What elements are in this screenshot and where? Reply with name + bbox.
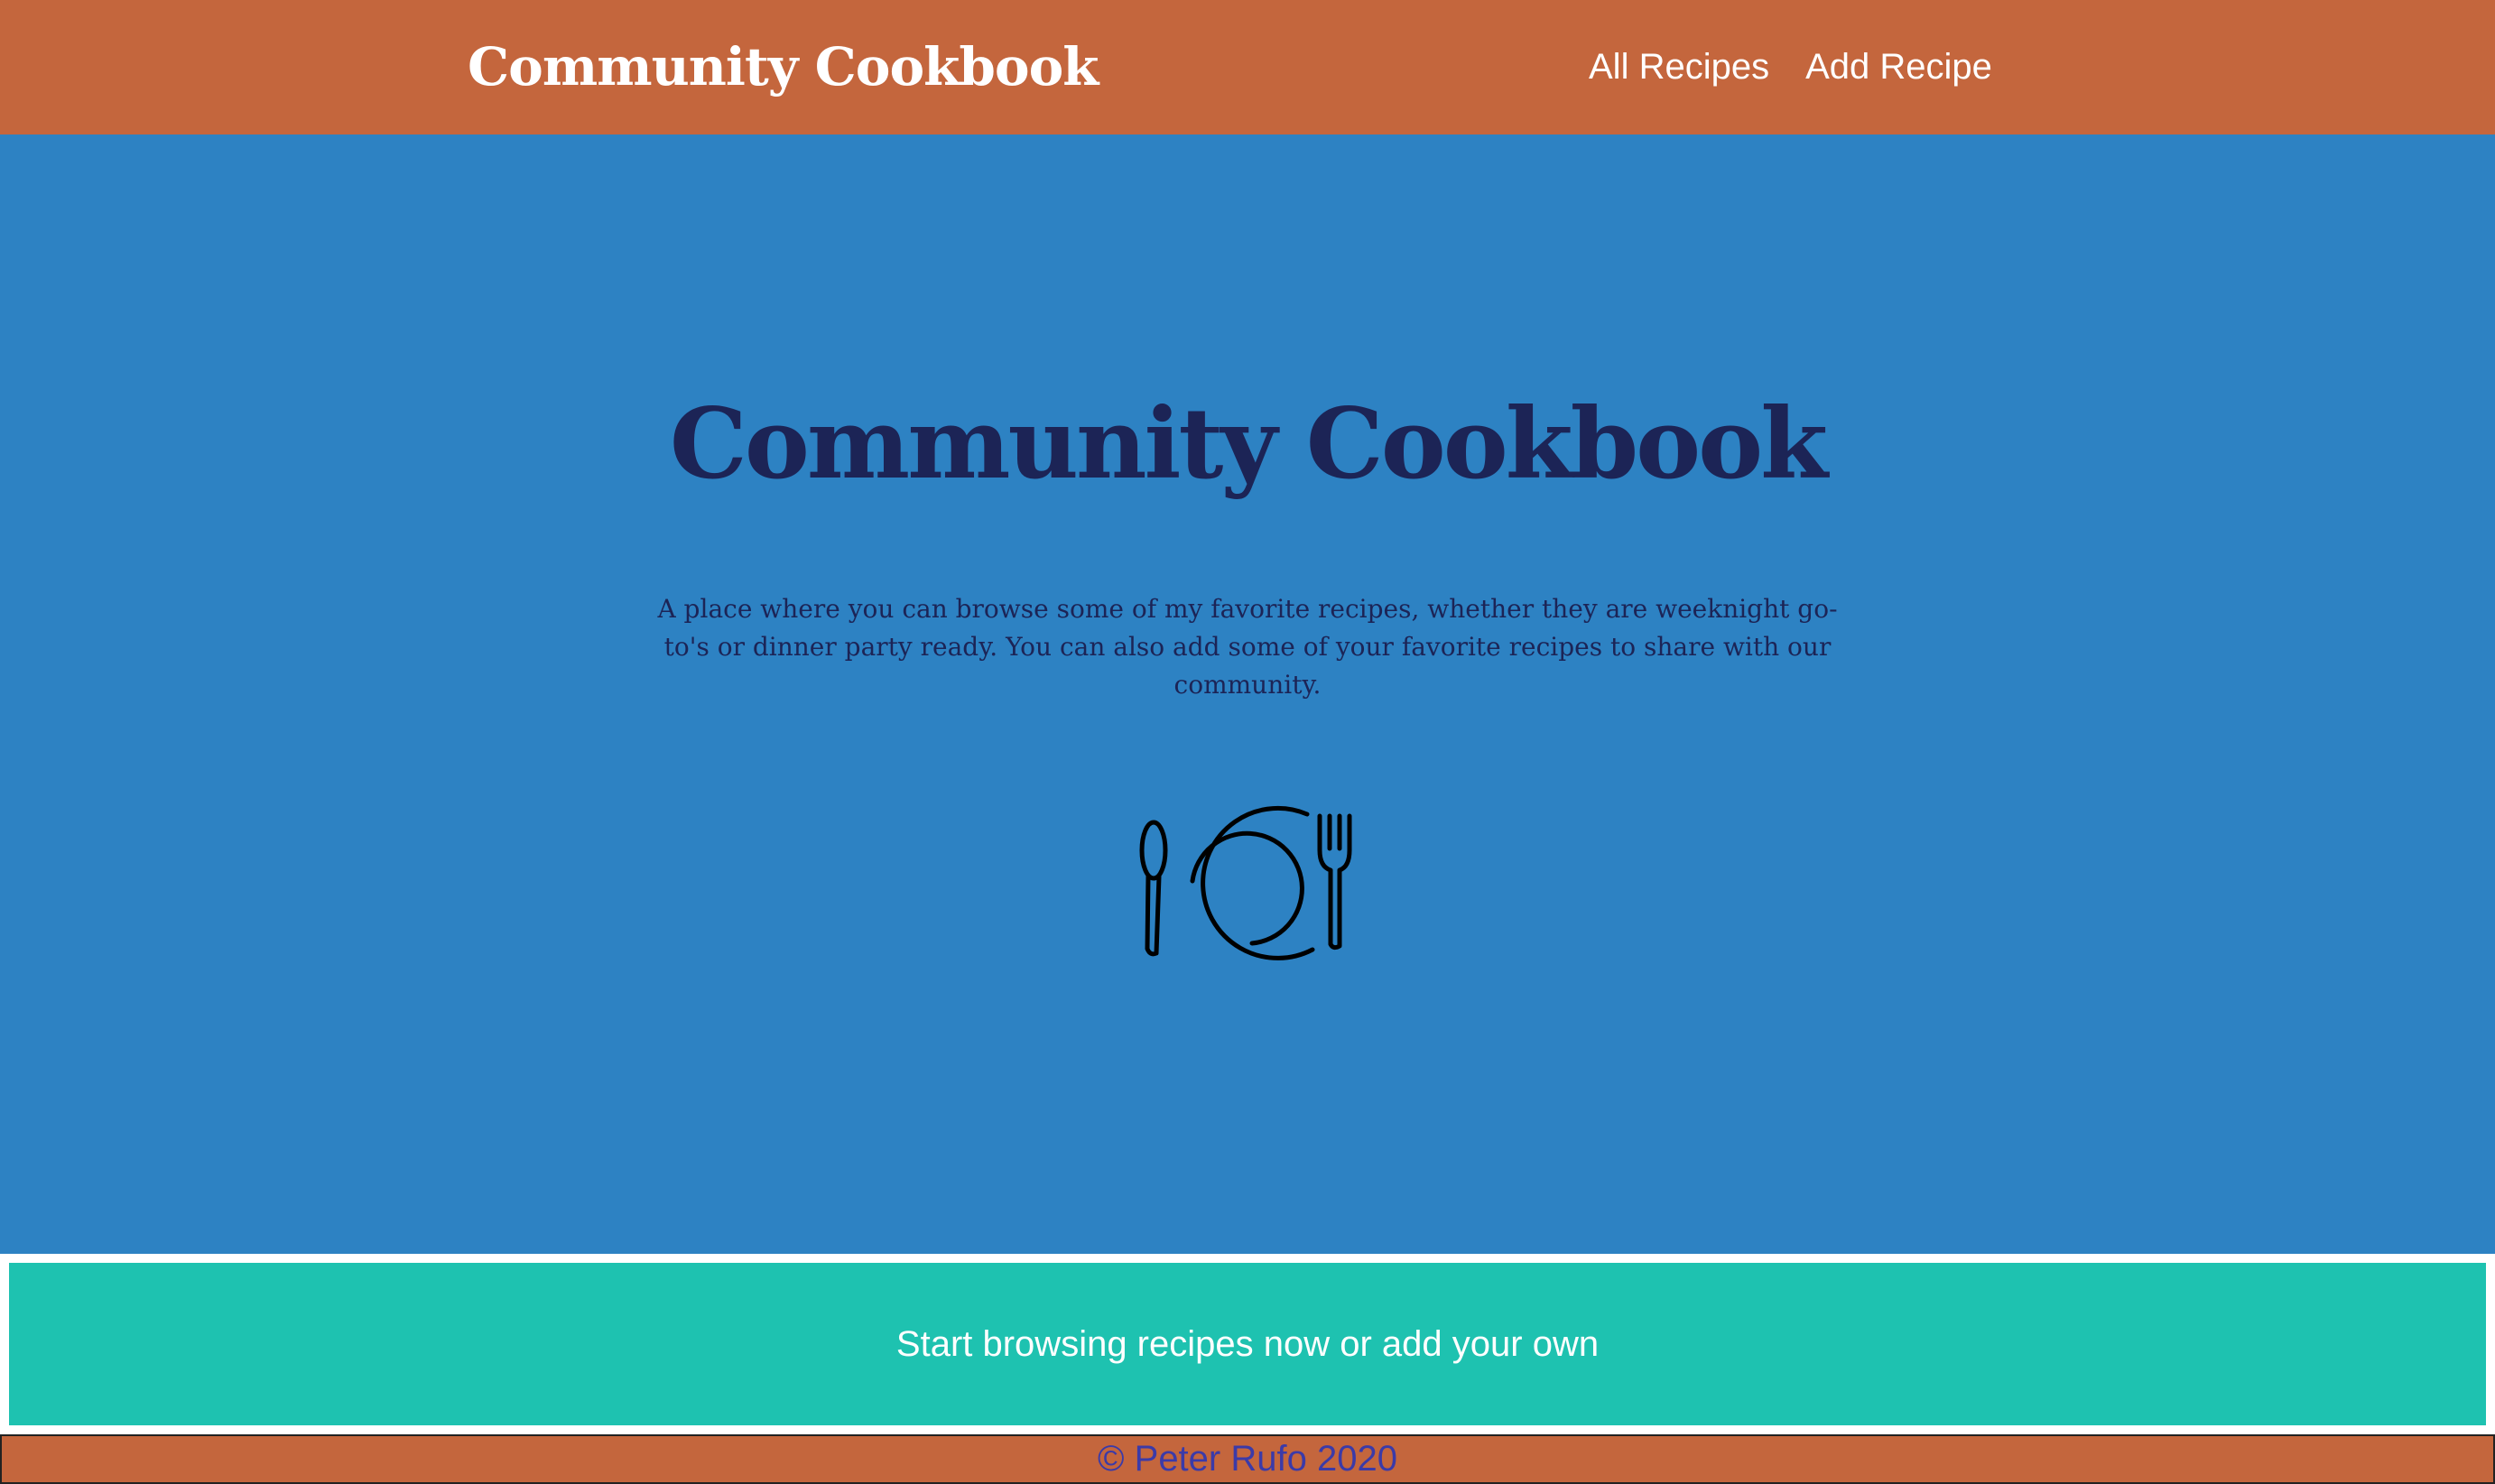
cta-banner[interactable]: Start browsing recipes now or add your o… bbox=[9, 1263, 2486, 1425]
hero-title: Community Cookbook bbox=[669, 387, 1828, 501]
plate-spoon-fork-icon bbox=[1139, 805, 1352, 960]
nav-link-add-recipe[interactable]: Add Recipe bbox=[1805, 47, 1992, 88]
hero-description: A place where you can browse some of my … bbox=[657, 594, 1838, 700]
navbar: Community Cookbook All Recipes Add Recip… bbox=[0, 0, 2495, 134]
nav-link-all-recipes[interactable]: All Recipes bbox=[1589, 47, 1769, 88]
brand-logo[interactable]: Community Cookbook bbox=[468, 0, 1099, 134]
footer: © Peter Rufo 2020 bbox=[0, 1434, 2495, 1484]
hero-section: Community Cookbook A place where you can… bbox=[0, 134, 2495, 1254]
copyright-text: © Peter Rufo 2020 bbox=[1098, 1439, 1397, 1479]
nav-links: All Recipes Add Recipe bbox=[1589, 0, 1992, 134]
cta-label: Start browsing recipes now or add your o… bbox=[895, 1323, 1600, 1364]
